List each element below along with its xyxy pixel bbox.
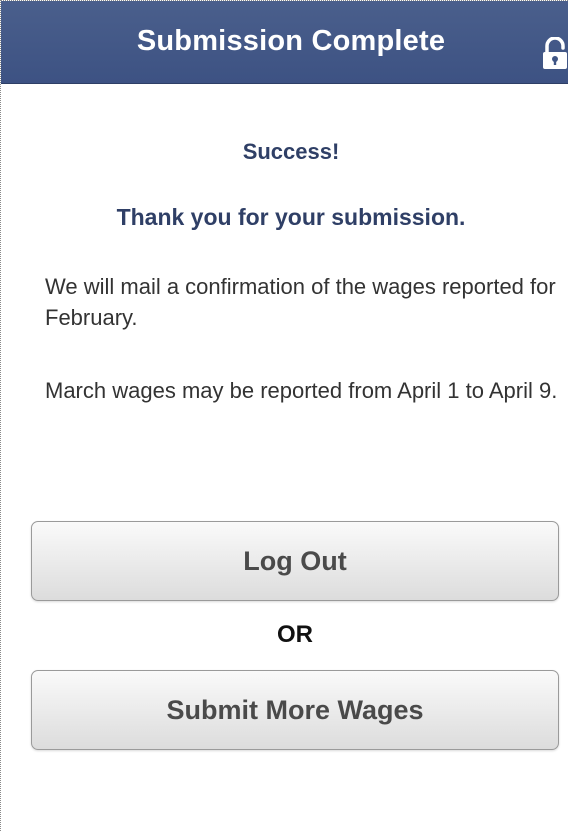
thank-you-heading: Thank you for your submission. bbox=[116, 204, 466, 230]
log-out-button[interactable]: Log Out bbox=[31, 521, 559, 601]
submit-more-wages-button[interactable]: Submit More Wages bbox=[31, 670, 559, 750]
page-title: Submission Complete bbox=[136, 25, 446, 57]
confirmation-message: We will mail a confirmation of the wages… bbox=[45, 274, 556, 330]
unlocked-padlock-icon[interactable] bbox=[541, 37, 568, 71]
header-bar: Submission Complete bbox=[1, 1, 568, 84]
success-heading: Success! bbox=[242, 139, 340, 164]
submission-complete-page: Submission Complete Success! Thank you f… bbox=[0, 0, 568, 831]
or-separator: OR bbox=[277, 621, 313, 648]
next-period-message: March wages may be reported from April 1… bbox=[45, 378, 558, 403]
